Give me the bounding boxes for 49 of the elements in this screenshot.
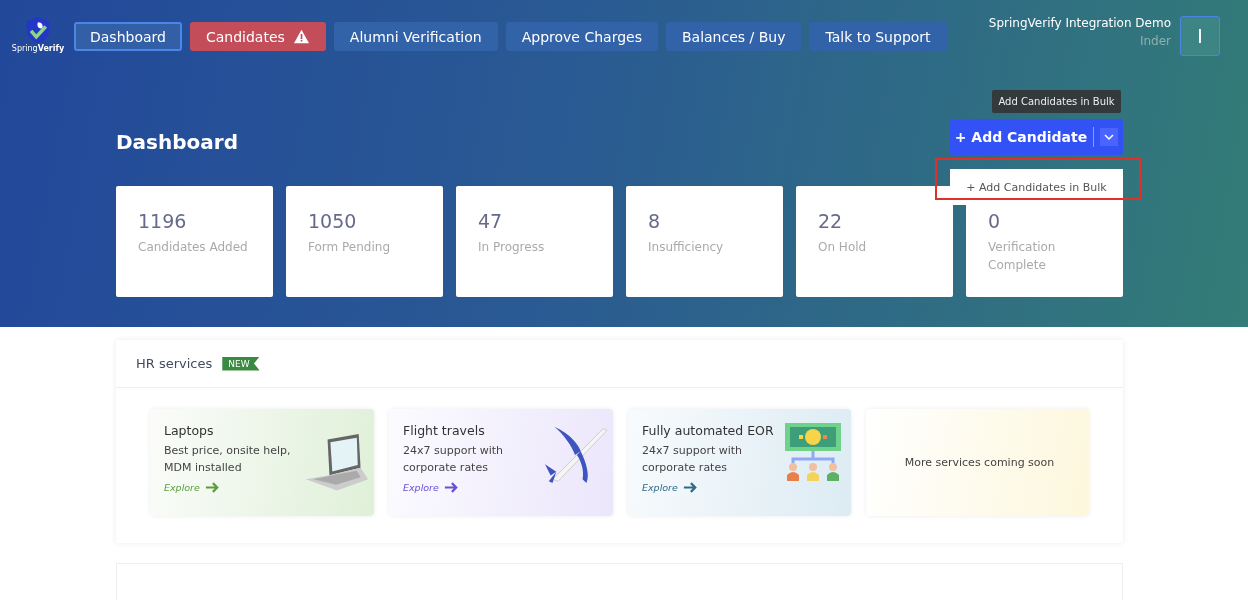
stat-label: Verification Complete [988,239,1057,274]
card-description: 24x7 support with corporate rates [403,443,505,476]
stat-label: Insufficiency [648,239,725,256]
arrow-right-icon[interactable] [443,482,458,493]
warning-icon [292,29,310,44]
nav-tab[interactable]: Talk to Support [809,22,947,51]
stat-value: 47 [478,210,504,232]
avatar-button[interactable]: I [1180,16,1220,56]
explore-link[interactable]: Explore [642,482,678,493]
stat-value: 1050 [308,210,358,232]
card-description: 24x7 support with corporate rates [642,443,744,476]
section-title: HR services [136,356,213,371]
nav-tab[interactable]: Approve Charges [505,22,658,51]
explore-link[interactable]: Explore [403,482,439,493]
stat-label: Form Pending [308,239,391,256]
dropdown-menu-item[interactable]: + Add Candidates in Bulk [950,169,1123,205]
stat-value: 22 [818,210,844,232]
caret-icon[interactable] [1100,128,1119,146]
add-candidate-button[interactable]: + Add Candidate [950,119,1123,155]
service-card[interactable]: Fully automated EOR 24x7 support with corporate rates Explore [628,409,851,516]
user-name: Inder [1139,34,1171,48]
service-card[interactable]: Laptops Best price, onsite help, MDM installed Explore [150,409,374,516]
coming-soon-text: More services coming soon [904,456,1055,469]
nav-tab[interactable]: Dashboard [74,22,182,51]
money-people-drawing [785,423,841,481]
logo-text: SpringVerify [11,44,65,53]
tooltip: Add Candidates in Bulk [992,90,1121,113]
stat-value: 1196 [138,210,188,232]
new-badge: NEW [222,356,260,371]
stat-value: 0 [988,210,1002,232]
stat-value: 8 [648,210,662,232]
company-name: SpringVerify Integration Demo [988,16,1171,30]
card-title: Flight travels [403,423,486,438]
nav-tab[interactable]: Alumni Verification [333,22,498,51]
stat-label: Candidates Added [138,239,249,256]
stat-label: In Progress [478,239,546,256]
arrow-right-icon[interactable] [682,482,697,493]
arrow-right-icon[interactable] [204,482,219,493]
shield-check-icon [25,16,51,44]
stat-label: On Hold [818,239,868,256]
explore-link[interactable]: Explore [164,482,200,493]
card-description: Best price, onsite help, MDM installed [164,443,292,476]
card-title: Laptops [164,423,215,438]
service-card[interactable]: Flight travels 24x7 support with corporate rates Explore [389,409,613,516]
nav-tab[interactable]: Balances / Buy [665,22,802,51]
card-title: Fully automated EOR [642,423,775,438]
nav-tab[interactable]: Candidates [189,22,326,51]
page-title: Dashboard [116,130,238,154]
logo[interactable]: SpringVerify [12,16,64,53]
